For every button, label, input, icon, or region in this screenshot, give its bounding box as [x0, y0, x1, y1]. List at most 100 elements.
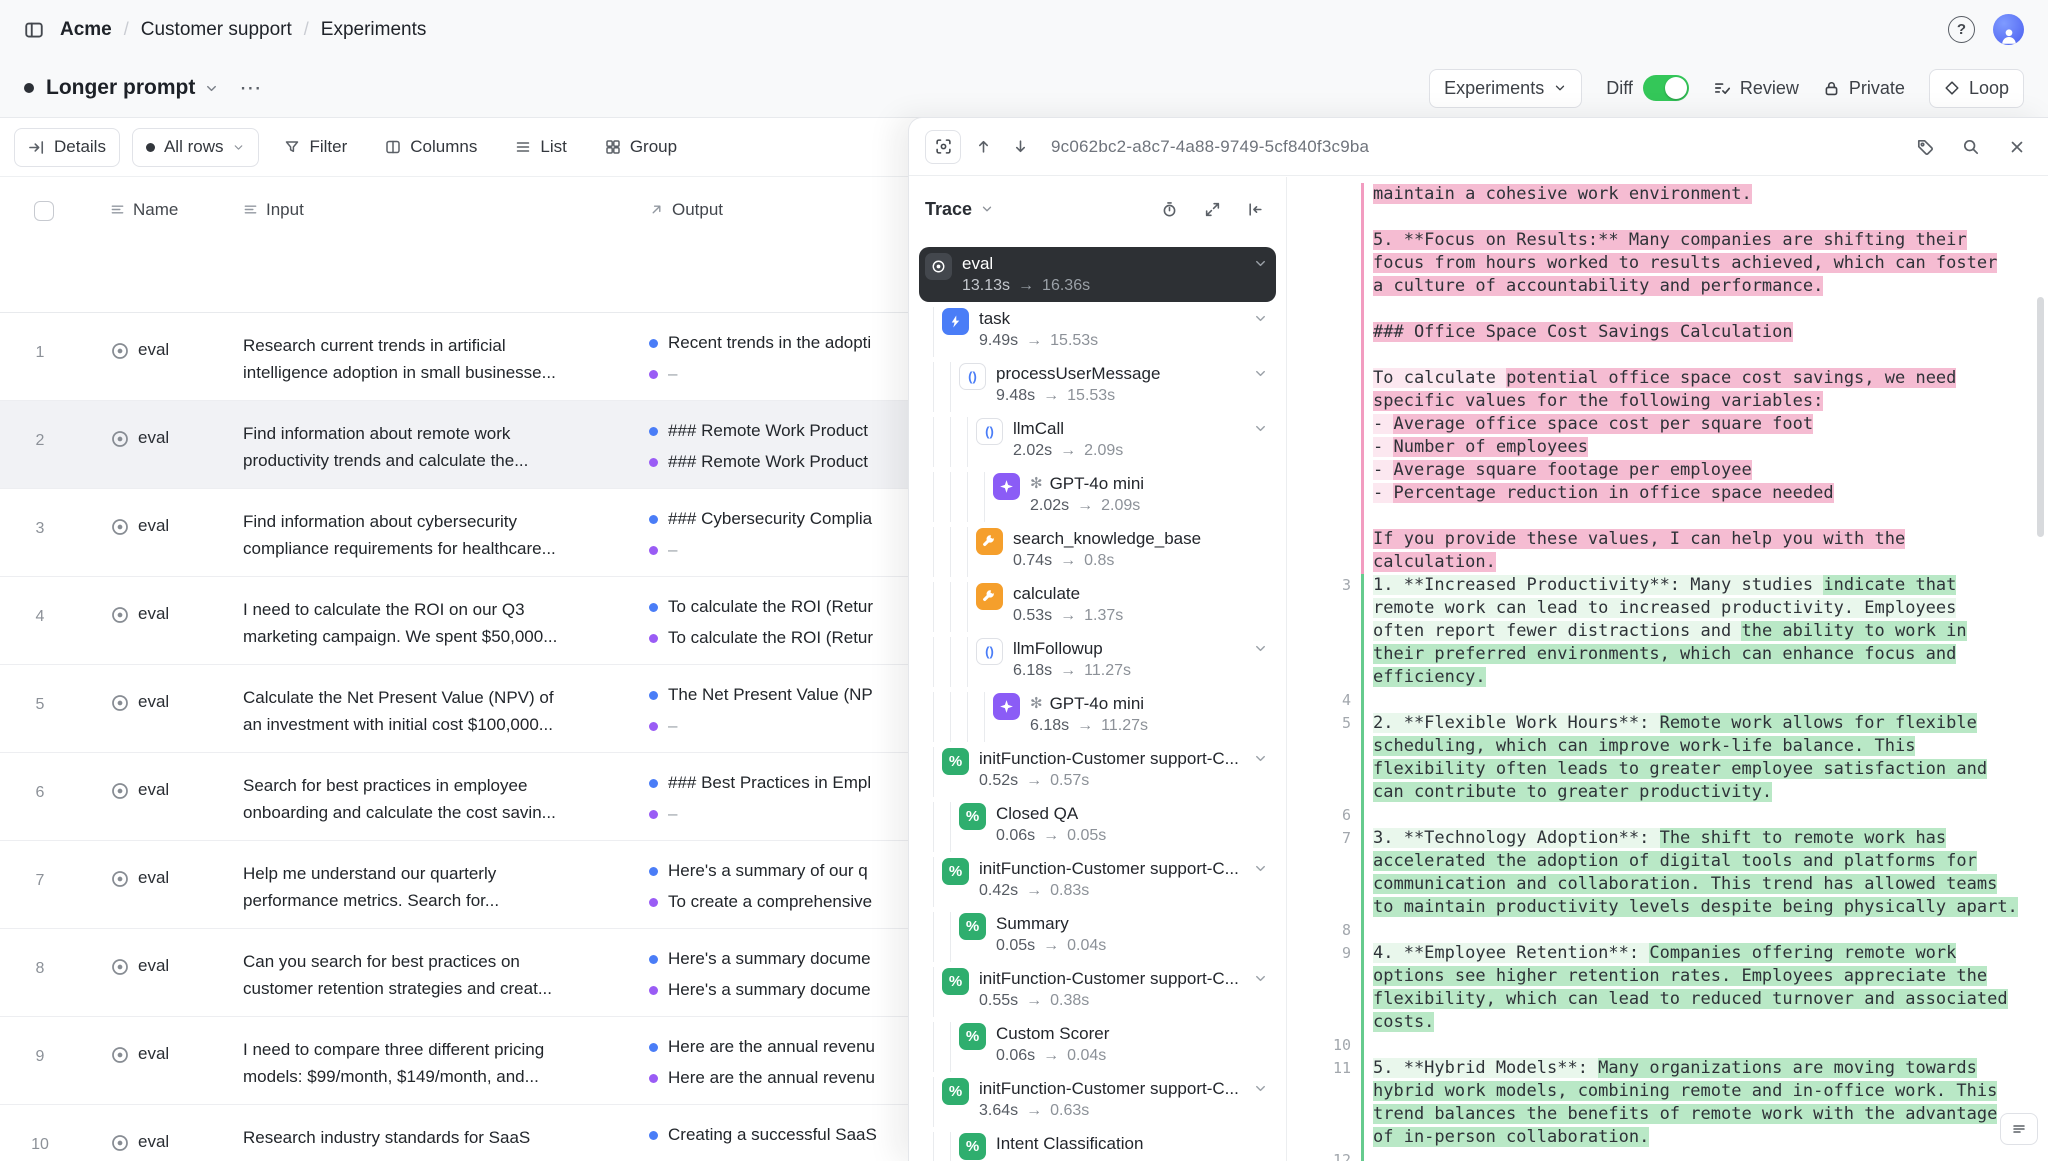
trace-node[interactable]: %Intent Classification	[919, 1127, 1276, 1161]
search-icon[interactable]	[1956, 132, 1986, 162]
diff-segment: hybrid work models, combining remote and…	[1373, 1081, 1997, 1101]
trace-node[interactable]: ()llmFollowup6.18s→11.27s	[919, 632, 1276, 687]
row-name-cell: eval	[110, 401, 243, 488]
column-header-input[interactable]: Input	[243, 177, 649, 312]
arrow-right-icon: →	[1043, 935, 1059, 956]
trace-node-text: initFunction-Customer support-C...3.64s→…	[979, 1077, 1253, 1121]
wrap-toggle-button[interactable]	[2000, 1113, 2038, 1145]
diff-line-number	[1287, 758, 1351, 781]
trace-node[interactable]: ✻GPT-4o mini6.18s→11.27s	[919, 687, 1276, 742]
experiment-name-button[interactable]: Longer prompt	[46, 76, 219, 100]
diff-segment: -	[1373, 483, 1393, 503]
collapse-left-icon[interactable]	[1241, 195, 1270, 224]
trace-node[interactable]: ()llmCall2.02s→2.09s	[919, 412, 1276, 467]
close-icon[interactable]	[2002, 132, 2032, 162]
list-button[interactable]: List	[502, 128, 579, 167]
tag-icon[interactable]	[1910, 132, 1940, 162]
loop-button[interactable]: Loop	[1929, 69, 2024, 108]
diff-line: specific values for the following variab…	[1287, 390, 2032, 413]
details-button[interactable]: Details	[14, 128, 120, 167]
tree-indent-guide	[925, 1022, 942, 1072]
diff-segment: 4. **Employee Retention**:	[1373, 943, 1649, 963]
private-button[interactable]: Private	[1823, 78, 1905, 99]
trace-view-dropdown[interactable]: Trace	[925, 199, 994, 220]
review-button[interactable]: Review	[1713, 78, 1799, 99]
trace-node[interactable]: %initFunction-Customer support-C...0.55s…	[919, 962, 1276, 1017]
columns-button[interactable]: Columns	[372, 128, 490, 167]
trace-node-text: task9.49s→15.53s	[979, 307, 1253, 351]
span-total-time: 2.09s	[1084, 440, 1123, 461]
sidebar-toggle-icon[interactable]	[24, 20, 44, 40]
trace-node[interactable]: %initFunction-Customer support-C...0.52s…	[919, 742, 1276, 797]
diff-line-number	[1287, 505, 1351, 528]
trace-node[interactable]: calculate0.53s→1.37s	[919, 577, 1276, 632]
span-duration: 2.02s	[1013, 440, 1052, 461]
eval-icon	[110, 1133, 130, 1153]
all-rows-dropdown[interactable]: All rows	[132, 128, 260, 167]
previous-row-button[interactable]	[969, 132, 998, 161]
diff-text: remote work can lead to increased produc…	[1373, 597, 1956, 620]
trace-node-times: 0.74s→0.8s	[1013, 550, 1268, 571]
column-header-name[interactable]: Name	[110, 177, 243, 312]
trace-node[interactable]: %Closed QA0.06s→0.05s	[919, 797, 1276, 852]
trace-node[interactable]: ✻GPT-4o mini2.02s→2.09s	[919, 467, 1276, 522]
row-name: eval	[138, 956, 169, 976]
tree-indent-guide	[925, 362, 942, 412]
breadcrumb-item-org[interactable]: Acme	[60, 19, 112, 41]
experiment-menu-button[interactable]: ⋯	[231, 73, 270, 103]
breadcrumb-item-project[interactable]: Customer support	[141, 19, 292, 41]
group-button[interactable]: Group	[592, 128, 690, 167]
fit-view-button[interactable]	[925, 130, 961, 164]
fn-span-icon: ()	[959, 363, 986, 390]
rows-filter-dot-icon	[146, 143, 155, 152]
output-text: –	[668, 540, 677, 560]
scrollbar[interactable]	[2037, 297, 2044, 537]
diff-line-number: 12	[1287, 1149, 1351, 1161]
trace-node[interactable]: ()processUserMessage9.48s→15.53s	[919, 357, 1276, 412]
trace-node-text: llmCall2.02s→2.09s	[1013, 417, 1253, 461]
experiments-dropdown[interactable]: Experiments	[1429, 69, 1582, 108]
row-number-cell: 10	[0, 1105, 110, 1161]
diff-line-number	[1287, 344, 1351, 367]
filter-button[interactable]: Filter	[271, 128, 360, 167]
row-number: 3	[0, 489, 80, 538]
output-bullet-purple-icon	[649, 810, 658, 819]
diff-text: can contribute to greater productivity.	[1373, 781, 1772, 804]
diff-line: focus from hours worked to results achie…	[1287, 252, 2032, 275]
breadcrumb-item-section[interactable]: Experiments	[321, 19, 427, 41]
help-icon[interactable]: ?	[1948, 16, 1975, 43]
eval-icon	[110, 957, 130, 977]
timer-icon[interactable]	[1155, 195, 1184, 224]
text-field-icon	[110, 202, 125, 217]
select-all-checkbox[interactable]	[34, 201, 54, 221]
diff-toggle[interactable]	[1643, 75, 1689, 101]
diff-change-marker	[1361, 689, 1364, 712]
next-row-button[interactable]	[1006, 132, 1035, 161]
openai-logo-icon: ✻	[1030, 692, 1043, 715]
trace-node-label: processUserMessage	[996, 362, 1160, 385]
trace-node[interactable]: %Custom Scorer0.06s→0.04s	[919, 1017, 1276, 1072]
diff-line: calculation.	[1287, 551, 2032, 574]
span-duration: 0.06s	[996, 1045, 1035, 1066]
diff-change-marker	[1361, 988, 1364, 1011]
trace-node[interactable]: %initFunction-Customer support-C...3.64s…	[919, 1072, 1276, 1127]
diff-segment: options see higher retention rates. Empl…	[1373, 966, 1987, 986]
diff-text: communication and collaboration. This tr…	[1373, 873, 1997, 896]
diff-change-marker	[1361, 413, 1364, 436]
diff-line: a culture of accountability and performa…	[1287, 275, 2032, 298]
trace-node[interactable]: task9.49s→15.53s	[919, 302, 1276, 357]
expand-icon[interactable]	[1198, 195, 1227, 224]
diff-line: efficiency.	[1287, 666, 2032, 689]
trace-node[interactable]: search_knowledge_base0.74s→0.8s	[919, 522, 1276, 577]
trace-node[interactable]: eval13.13s→16.36s	[919, 247, 1276, 302]
row-input-cell: Research industry standards for SaaS	[243, 1105, 649, 1161]
diff-line-number	[1287, 597, 1351, 620]
trace-node[interactable]: %initFunction-Customer support-C...0.42s…	[919, 852, 1276, 907]
trace-panel: 9c062bc2-a8c7-4a88-9749-5cf840f3c9ba Tra…	[908, 117, 2048, 1161]
avatar[interactable]	[1993, 14, 2024, 45]
breadcrumb: Acme / Customer support / Experiments	[60, 19, 426, 41]
trace-node-name: eval	[962, 252, 1253, 275]
trace-node-times: 2.02s→2.09s	[1030, 495, 1268, 516]
diff-change-marker	[1361, 367, 1364, 390]
trace-node[interactable]: %Summary0.05s→0.04s	[919, 907, 1276, 962]
